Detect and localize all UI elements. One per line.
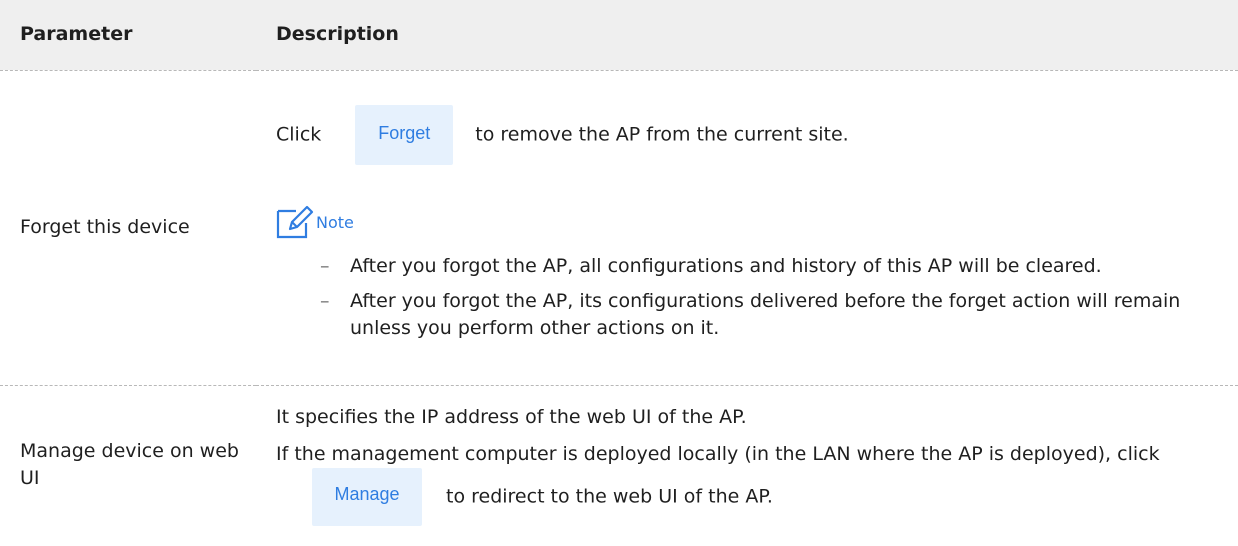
- list-item: – After you forgot the AP, its configura…: [276, 288, 1238, 342]
- manage-text-after: to redirect to the web UI of the AP.: [446, 485, 773, 508]
- description-line: It specifies the IP address of the web U…: [276, 406, 747, 429]
- table-row: Manage device on web UI It specifies the…: [0, 385, 1238, 545]
- intro-text-after: to remove the AP from the current site.: [475, 123, 849, 146]
- manage-text-before: If the management computer is deployed l…: [276, 443, 1160, 466]
- header-parameter: Parameter: [0, 0, 256, 71]
- manage-button[interactable]: Manage: [312, 468, 422, 527]
- note-pencil-icon: [276, 205, 316, 239]
- note-item-text: After you forgot the AP, its configurati…: [350, 290, 1181, 339]
- forget-button[interactable]: Forget: [355, 105, 454, 165]
- table-header-row: Parameter Description: [0, 0, 1238, 71]
- description-cell: Click Forget to remove the AP from the cur…: [256, 70, 1238, 386]
- forget-intro-line: Click Forget to remove the AP from the cur…: [276, 105, 1238, 165]
- parameter-cell: Forget this device: [0, 70, 256, 386]
- list-item: – After you forgot the AP, all configura…: [276, 253, 1238, 280]
- description-line: If the management computer is deployed l…: [276, 441, 1238, 527]
- description-cell: It specifies the IP address of the web U…: [256, 385, 1238, 545]
- dash-icon: –: [320, 290, 330, 312]
- intro-text-before: Click: [276, 123, 322, 146]
- dash-icon: –: [320, 255, 330, 277]
- note-heading: Note: [276, 205, 1238, 239]
- parameter-table: Parameter Description Forget this device…: [0, 0, 1238, 545]
- header-description: Description: [256, 0, 1238, 71]
- note-list: – After you forgot the AP, all configura…: [276, 253, 1238, 342]
- note-title: Note: [316, 212, 354, 232]
- table-row: Forget this device Click Forget to remove …: [0, 70, 1238, 386]
- parameter-cell: Manage device on web UI: [20, 440, 239, 490]
- note-item-text: After you forgot the AP, all configurati…: [350, 255, 1102, 277]
